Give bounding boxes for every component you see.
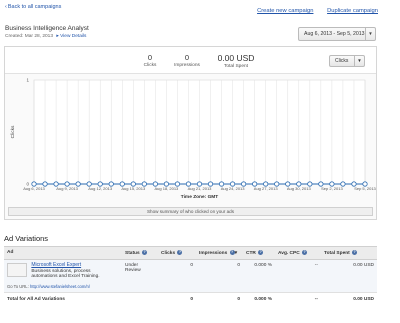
clicks-stat: 0 Clicks [140,53,160,68]
col-total-spent[interactable]: Total Spent ? [321,246,377,260]
x-tick-label: Aug 21, 2013 [188,186,213,191]
clicks-cell: 0 [158,259,196,294]
ad-title-link[interactable]: Microsoft Excel Expert [31,262,81,268]
x-tick-label: Aug 15, 2013 [121,186,146,191]
stats-bar: 0 Clicks 0 Impressions 0.00 USD Total Sp… [5,47,376,74]
total-clicks: 0 [190,297,193,303]
impressions-value: 0 [184,53,190,62]
col-status[interactable]: Status ? [122,246,158,260]
campaign-title: Business Intelligence Analyst [5,25,89,32]
create-campaign-link[interactable]: Create new campaign [257,8,313,14]
performance-summary: 0 Clicks 0 Impressions 0.00 USD Total Sp… [4,46,377,220]
x-tick-label: Sep 2, 2013 [321,186,343,191]
impressions-label: Impressions [174,63,200,68]
help-icon[interactable]: ? [302,250,308,255]
x-tick-label: Aug 6, 2013 [23,186,45,191]
x-tick-label: Sep 5, 2013 [354,186,376,191]
spent-stat: 0.00 USD Total Spent [216,53,256,69]
back-link-label: Back to all campaigns [7,4,62,10]
col-impressions[interactable]: Impressions ?▾ [196,246,243,260]
clicks-chart: 10ClicksAug 6, 2013 Aug 9, 2013 Aug 12, 20… [10,78,376,201]
created-date: Created: Mar 28, 2013 [5,34,53,39]
ctr-cell: 0.000 % [243,259,275,294]
chevron-down-icon: ▼ [365,28,375,40]
x-tick-label: Aug 24, 2013 [221,186,246,191]
x-tick-label: Aug 12, 2013 [88,186,113,191]
impressions-stat: 0 Impressions [171,53,203,68]
x-tick-label: Aug 9, 2013 [56,186,78,191]
date-range-label: Aug 6, 2013 - Sep 5, 2013 [304,31,365,37]
y-tick-label: 1 [26,78,29,83]
avg-cpc-cell: -- [275,259,321,294]
ad-variations-table: Ad Status ? Clicks ? Impressions ?▾ CTR … [4,246,377,305]
chevron-down-icon: ▼ [354,56,364,66]
date-range-picker[interactable]: Aug 6, 2013 - Sep 5, 2013 ▼ [298,27,376,41]
clicks-value: 0 [147,53,153,62]
ad-text: Microsoft Excel Expert Business solution… [31,262,101,280]
spent-label: Total Spent [223,64,248,69]
col-ad[interactable]: Ad [4,246,122,260]
ad-thumbnail[interactable] [7,262,27,277]
total-spent: 0.00 USD [353,297,374,303]
ad-cell: Microsoft Excel Expert Business solution… [4,259,122,294]
total-row: Total for All Ad Variations 0 0 0.000 % … [4,293,377,306]
header-actions: Create new campaign Duplicate campaign [245,8,378,14]
y-axis-label: Clicks [10,125,16,138]
view-details-link[interactable]: ▸ View Details [56,34,86,39]
goto-url-link[interactable]: http://www.stefanielsheet.com/n/ [30,284,90,289]
total-spent-cell: 0.00 USD [321,259,377,294]
total-ctr: 0.000 % [254,297,272,303]
x-tick-label: Aug 30, 2013 [287,186,312,191]
show-summary-bar[interactable]: Show summary of who clicked on your ads [8,207,373,216]
help-icon[interactable]: ? [177,250,183,255]
spent-value: 0.00 USD [217,53,255,63]
help-icon[interactable]: ? [352,250,358,255]
help-icon[interactable]: ? [258,250,264,255]
x-axis-label: Time Zone: GMT [181,194,219,200]
table-header-row: Ad Status ? Clicks ? Impressions ?▾ CTR … [4,246,377,260]
metric-select-value: Clicks [335,58,349,64]
campaign-created-line: Created: Mar 28, 2013 ▸ View Details [5,34,86,39]
goto-url: Go To URL: http://www.stefanielsheet.com… [7,284,91,290]
metric-select[interactable]: Clicks ▼ [329,55,365,67]
back-to-campaigns-link[interactable]: ‹Back to all campaigns [5,4,61,10]
x-tick-label: Aug 18, 2013 [154,186,179,191]
impressions-cell: 0 [196,259,243,294]
sort-icon: ▾ [234,250,238,256]
clicks-label: Clicks [143,63,157,68]
x-tick-label: Aug 27, 2013 [254,186,279,191]
ad-description: Business solutions, process automations … [31,268,100,280]
duplicate-campaign-link[interactable]: Duplicate campaign [327,8,378,14]
col-avg-cpc[interactable]: Avg. CPC ? [275,246,321,260]
ad-variations-heading: Ad Variations [4,234,49,243]
total-impressions: 0 [237,297,240,303]
status-cell: Under Review [122,259,158,294]
table-row[interactable]: Microsoft Excel Expert Business solution… [4,259,377,294]
total-avg-cpc: -- [314,297,318,303]
help-icon[interactable]: ? [142,250,148,255]
col-ctr[interactable]: CTR ? [243,246,275,260]
total-label: Total for All Ad Variations [7,297,65,303]
back-arrow-icon: ‹ [5,4,7,10]
col-clicks[interactable]: Clicks ? [158,246,196,260]
